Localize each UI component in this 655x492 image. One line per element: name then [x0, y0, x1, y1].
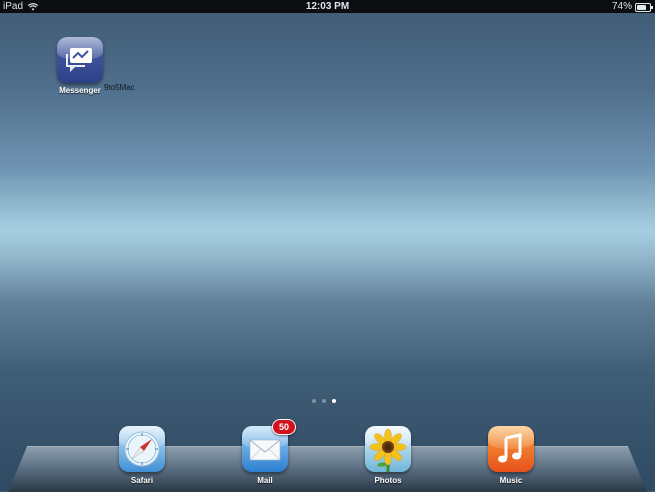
watermark: 9to5Mac — [104, 83, 135, 92]
status-time: 12:03 PM — [305, 1, 350, 12]
compass-icon — [119, 426, 165, 472]
page-dot-active[interactable] — [332, 399, 336, 403]
dock-app-music[interactable]: Music — [475, 426, 547, 485]
status-bar: iPad 12:03 PM 74% — [0, 0, 655, 13]
battery-fill — [637, 4, 646, 10]
app-label: Mail — [257, 476, 273, 485]
app-label: Safari — [130, 476, 154, 485]
unread-badge: 50 — [272, 419, 296, 435]
page-indicator[interactable] — [312, 399, 336, 403]
status-right: 74% — [611, 0, 653, 13]
messenger-icon — [57, 37, 103, 83]
battery-icon — [635, 2, 653, 12]
app-label: Photos — [374, 476, 402, 485]
app-label: Music — [499, 476, 523, 485]
dock-app-mail[interactable]: 50 Mail — [229, 419, 301, 485]
dock-app-photos[interactable]: Photos — [352, 426, 424, 485]
dock-app-safari[interactable]: Safari — [106, 426, 178, 485]
sunflower-icon — [365, 426, 411, 472]
envelope-icon: 50 — [242, 419, 296, 472]
page-dot[interactable] — [312, 399, 316, 403]
dock — [8, 446, 647, 492]
battery-percent: 74% — [611, 1, 632, 12]
page-dot[interactable] — [322, 399, 326, 403]
music-note-icon — [488, 426, 534, 472]
